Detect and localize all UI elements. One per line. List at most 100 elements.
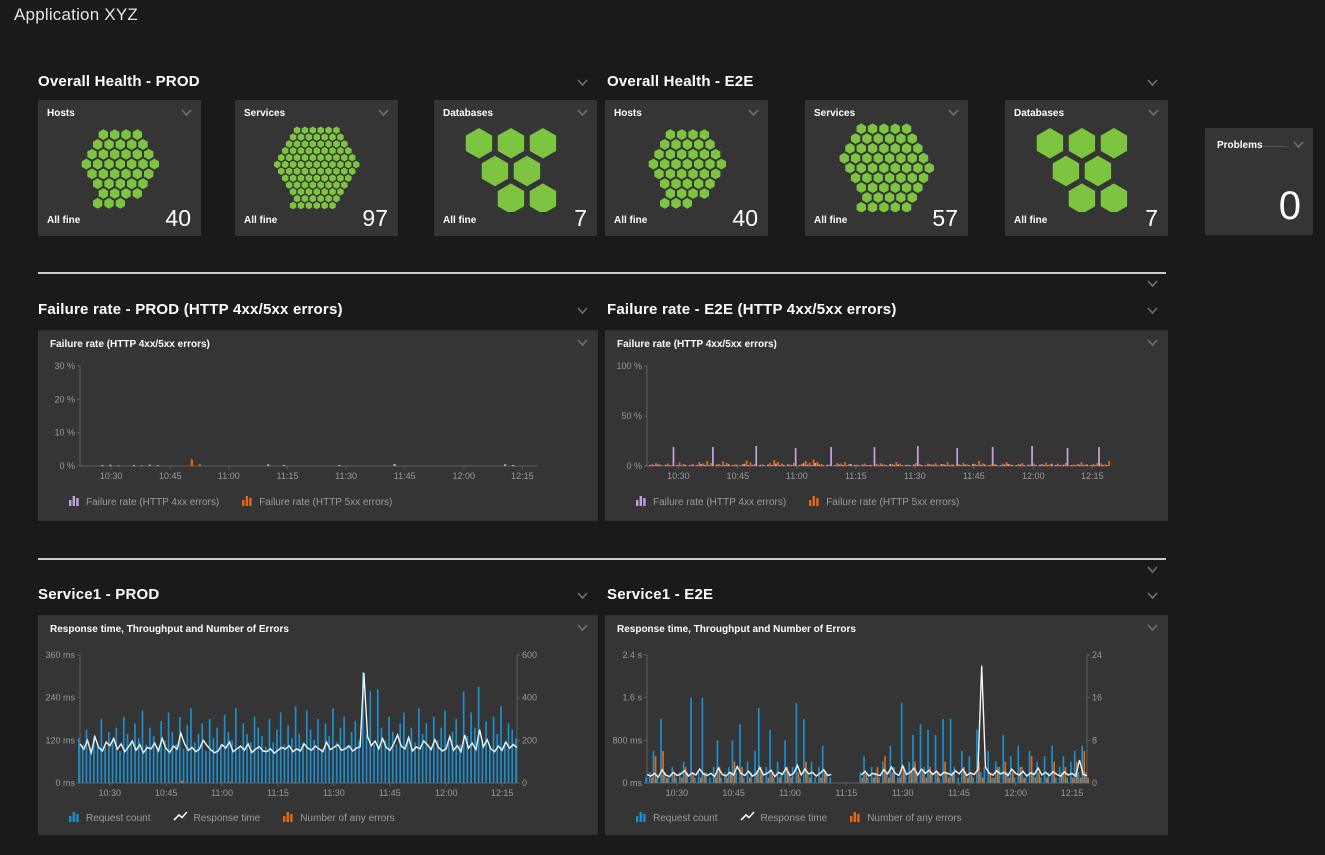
chart-canvas: 0 ms120 ms240 ms360 ms020040060010:3010:… — [38, 645, 598, 803]
svg-text:11:00: 11:00 — [779, 788, 801, 798]
problems-tile[interactable]: Problems 0 — [1205, 128, 1313, 235]
svg-text:10:30: 10:30 — [666, 788, 689, 798]
legend-item[interactable]: Failure rate (HTTP 5xx errors) — [241, 493, 392, 511]
legend-item[interactable]: Number of any errors — [849, 809, 961, 827]
svg-text:120 ms: 120 ms — [45, 735, 75, 745]
health-tile-databases-e2e[interactable]: Databases All fine 7 — [1005, 100, 1168, 236]
svg-text:600: 600 — [522, 650, 537, 660]
chevron-down-icon[interactable] — [180, 108, 194, 118]
entity-count: 7 — [574, 205, 587, 232]
service1-prod-plot[interactable]: 0 ms120 ms240 ms360 ms020040060010:3010:… — [38, 645, 598, 803]
dashboard: Application XYZ Overall Health - PROD Ov… — [0, 0, 1325, 855]
chart-title: Response time, Throughput and Number of … — [617, 624, 856, 635]
chart-tile-service1-e2e[interactable]: Response time, Throughput and Number of … — [605, 615, 1168, 835]
svg-text:11:00: 11:00 — [211, 788, 233, 798]
health-tile-databases-prod[interactable]: Databases All fine 7 — [434, 100, 597, 236]
legend-item[interactable]: Failure rate (HTTP 4xx errors) — [68, 493, 219, 511]
chevron-down-icon[interactable] — [576, 108, 590, 118]
legend-label: Failure rate (HTTP 4xx errors) — [86, 497, 219, 508]
chevron-down-icon[interactable] — [747, 108, 761, 118]
chart-legend: Failure rate (HTTP 4xx errors) Failure ra… — [38, 486, 598, 518]
legend-item[interactable]: Failure rate (HTTP 5xx errors) — [808, 493, 959, 511]
chevron-down-icon[interactable] — [1292, 140, 1306, 150]
svg-text:12:15: 12:15 — [1061, 788, 1084, 798]
entity-count: 97 — [362, 205, 388, 232]
health-tile-hosts-prod[interactable]: Hosts All fine 40 — [38, 100, 201, 236]
section-title-failure-rate-e2e: Failure rate - E2E (HTTP 4xx/5xx errors) — [607, 301, 897, 318]
chevron-down-icon[interactable] — [1146, 591, 1160, 601]
svg-text:10:45: 10:45 — [722, 788, 745, 798]
svg-text:11:15: 11:15 — [277, 471, 299, 481]
status-text: All fine — [814, 215, 847, 226]
svg-text:0 ms: 0 ms — [55, 778, 75, 788]
legend-item[interactable]: Request count — [635, 809, 718, 827]
svg-text:11:00: 11:00 — [786, 471, 808, 481]
service1-e2e-plot[interactable]: 0 ms800 ms1.6 s2.4 s08162410:3010:4511:0… — [605, 645, 1168, 803]
chart-tile-failure-rate-e2e[interactable]: Failure rate (HTTP 4xx/5xx errors) 0 % 50… — [605, 330, 1168, 521]
tile-label: Hosts — [47, 108, 75, 119]
chevron-down-icon[interactable] — [1146, 338, 1160, 348]
tile-label: Databases — [443, 108, 493, 119]
chevron-down-icon[interactable] — [1146, 565, 1160, 575]
svg-text:10:45: 10:45 — [159, 471, 182, 481]
chevron-down-icon[interactable] — [1147, 108, 1161, 118]
svg-text:0 %: 0 % — [59, 461, 75, 471]
chart-tile-failure-rate-prod[interactable]: Failure rate (HTTP 4xx/5xx errors) 0 % 10… — [38, 330, 598, 521]
svg-text:11:30: 11:30 — [892, 788, 914, 798]
legend-item[interactable]: Number of any errors — [282, 809, 394, 827]
chevron-down-icon[interactable] — [947, 108, 961, 118]
chevron-down-icon[interactable] — [1146, 623, 1160, 633]
chart-title: Failure rate (HTTP 4xx/5xx errors) — [50, 339, 210, 350]
tile-label: Problems — [1217, 140, 1263, 151]
problems-count: 0 — [1279, 184, 1301, 229]
chevron-down-icon[interactable] — [576, 591, 590, 601]
svg-text:12:00: 12:00 — [1022, 471, 1045, 481]
svg-text:50 %: 50 % — [621, 411, 642, 421]
entity-count: 40 — [165, 205, 191, 232]
bar-series-icon — [282, 809, 294, 827]
section-divider — [38, 558, 1166, 560]
svg-text:12:15: 12:15 — [511, 471, 534, 481]
bar-series-icon — [849, 809, 861, 827]
sparkline-placeholder — [1263, 146, 1287, 147]
legend-label: Response time — [194, 813, 261, 824]
svg-text:400: 400 — [522, 693, 537, 703]
status-text: All fine — [244, 215, 277, 226]
chart-tile-service1-prod[interactable]: Response time, Throughput and Number of … — [38, 615, 598, 835]
chart-legend: Request count Response time Number of any … — [605, 803, 1168, 833]
chevron-down-icon[interactable] — [1146, 279, 1160, 289]
chart-canvas: 0 %50 %100 %10:3010:4511:0011:1511:3011:… — [605, 356, 1168, 486]
svg-text:1.6 s: 1.6 s — [622, 693, 642, 703]
health-tile-services-prod[interactable]: Services All fine 97 — [235, 100, 398, 236]
failure-rate-e2e-plot[interactable]: 0 %50 %100 %10:3010:4511:0011:1511:3011:… — [605, 356, 1168, 486]
legend-item[interactable]: Response time — [740, 809, 828, 827]
svg-text:10:30: 10:30 — [100, 471, 123, 481]
health-tile-hosts-e2e[interactable]: Hosts All fine 40 — [605, 100, 768, 236]
chart-canvas: 0 %10 %20 %30 %10:3010:4511:0011:1511:30… — [38, 356, 598, 486]
svg-text:0: 0 — [1092, 778, 1097, 788]
svg-text:11:15: 11:15 — [835, 788, 857, 798]
bar-series-icon — [808, 493, 820, 511]
chart-legend: Failure rate (HTTP 4xx errors) Failure ra… — [605, 486, 1168, 518]
chart-title: Failure rate (HTTP 4xx/5xx errors) — [617, 339, 777, 350]
svg-text:10 %: 10 % — [54, 428, 75, 438]
health-tile-services-e2e[interactable]: Services All fine 57 — [805, 100, 968, 236]
legend-item[interactable]: Response time — [173, 809, 261, 827]
hexagon-cluster — [1005, 122, 1168, 212]
chevron-down-icon[interactable] — [576, 78, 590, 88]
chevron-down-icon[interactable] — [1146, 306, 1160, 316]
bar-series-icon — [68, 493, 80, 511]
legend-item[interactable]: Request count — [68, 809, 151, 827]
chevron-down-icon[interactable] — [576, 338, 590, 348]
svg-text:10:30: 10:30 — [667, 471, 690, 481]
chevron-down-icon[interactable] — [576, 623, 590, 633]
failure-rate-prod-plot[interactable]: 0 %10 %20 %30 %10:3010:4511:0011:1511:30… — [38, 356, 598, 486]
chevron-down-icon[interactable] — [377, 108, 391, 118]
legend-item[interactable]: Failure rate (HTTP 4xx errors) — [635, 493, 786, 511]
svg-text:200: 200 — [522, 735, 537, 745]
chevron-down-icon[interactable] — [576, 306, 590, 316]
section-title-overall-health-prod: Overall Health - PROD — [38, 73, 200, 90]
svg-text:0 %: 0 % — [626, 461, 642, 471]
svg-text:11:30: 11:30 — [323, 788, 345, 798]
chevron-down-icon[interactable] — [1146, 78, 1160, 88]
